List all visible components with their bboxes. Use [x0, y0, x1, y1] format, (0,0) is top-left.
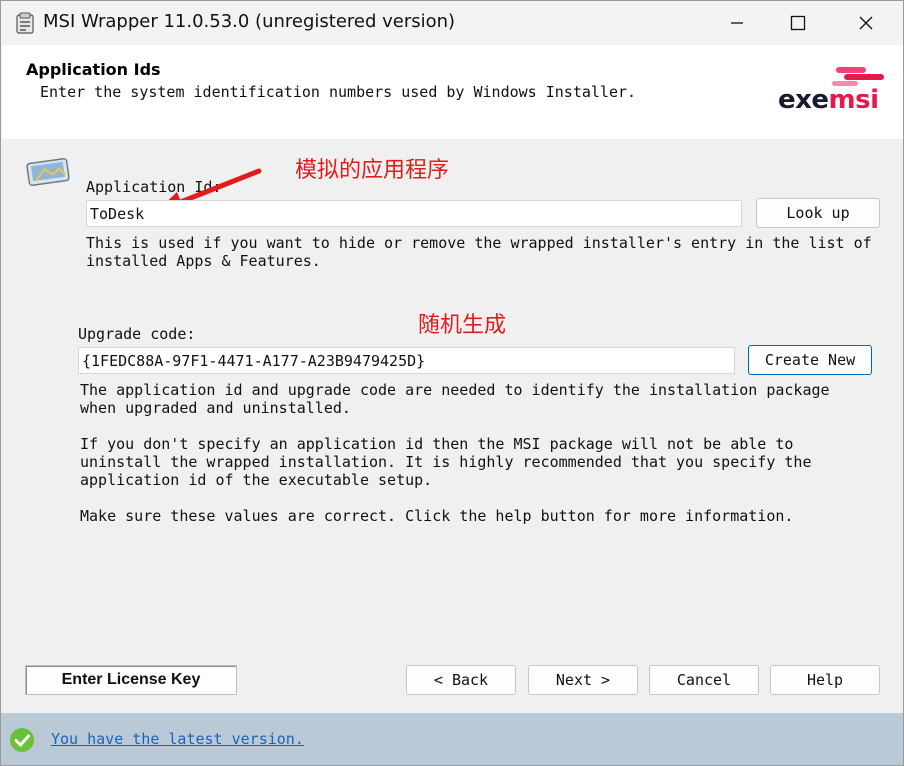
- info-p1-line2: when upgraded and uninstalled.: [80, 399, 351, 417]
- back-button[interactable]: < Back: [406, 665, 516, 695]
- info-paragraph-3: Make sure these values are correct. Clic…: [80, 507, 793, 525]
- info-paragraph-2: If you don't specify an application id t…: [80, 435, 812, 489]
- info-p2-line1: If you don't specify an application id t…: [80, 435, 794, 453]
- application-id-icon: [25, 157, 73, 193]
- application-id-input[interactable]: [90, 204, 741, 223]
- maximize-button[interactable]: [767, 1, 829, 45]
- wizard-header: Application Ids Enter the system identif…: [2, 45, 903, 139]
- app-id-help-line1: This is used if you want to hide or remo…: [86, 234, 872, 252]
- msi-wrapper-window: MSI Wrapper 11.0.53.0 (unregistered vers…: [0, 0, 904, 766]
- upgrade-code-annotation: 随机生成: [418, 313, 507, 338]
- info-p1-line1: The application id and upgrade code are …: [80, 381, 830, 399]
- cancel-button[interactable]: Cancel: [649, 665, 759, 695]
- maximize-icon: [790, 15, 806, 31]
- info-p2-line3: application id of the executable setup.: [80, 471, 433, 489]
- minimize-button[interactable]: [706, 1, 768, 45]
- installer-app-icon: [15, 12, 35, 34]
- upgrade-code-label: Upgrade code:: [78, 325, 196, 343]
- info-p3-line1: Make sure these values are correct. Clic…: [80, 507, 794, 525]
- application-id-help-text: This is used if you want to hide or remo…: [86, 234, 872, 270]
- exemsi-logo: exemsi: [778, 65, 886, 117]
- logo-text: exemsi: [778, 85, 879, 115]
- help-button[interactable]: Help: [770, 665, 880, 695]
- latest-version-link[interactable]: You have the latest version.: [51, 730, 304, 748]
- check-icon: [9, 727, 35, 757]
- upgrade-code-input[interactable]: [82, 351, 734, 370]
- upgrade-code-field[interactable]: [78, 347, 735, 374]
- page-title: Application Ids: [26, 60, 161, 79]
- enter-license-key-button[interactable]: Enter License Key: [25, 665, 237, 695]
- logo-exe: exe: [778, 85, 829, 115]
- application-id-field[interactable]: [86, 200, 742, 227]
- close-icon: [859, 16, 873, 30]
- status-bar: You have the latest version.: [1, 713, 903, 765]
- create-new-button[interactable]: Create New: [748, 345, 872, 375]
- title-bar[interactable]: MSI Wrapper 11.0.53.0 (unregistered vers…: [1, 1, 903, 45]
- app-id-help-line2: installed Apps & Features.: [86, 252, 321, 270]
- info-p2-line2: uninstall the wrapped installation. It i…: [80, 453, 812, 471]
- app-id-annotation: 模拟的应用程序: [295, 158, 450, 183]
- info-paragraph-1: The application id and upgrade code are …: [80, 381, 830, 417]
- close-button[interactable]: [835, 1, 897, 45]
- logo-msi: msi: [828, 85, 879, 115]
- next-button[interactable]: Next >: [528, 665, 638, 695]
- page-subtitle: Enter the system identification numbers …: [40, 83, 637, 101]
- window-title: MSI Wrapper 11.0.53.0 (unregistered vers…: [43, 11, 456, 32]
- logo-swoosh-icon: [832, 67, 884, 86]
- minimize-icon: [731, 22, 743, 24]
- look-up-button[interactable]: Look up: [756, 198, 880, 228]
